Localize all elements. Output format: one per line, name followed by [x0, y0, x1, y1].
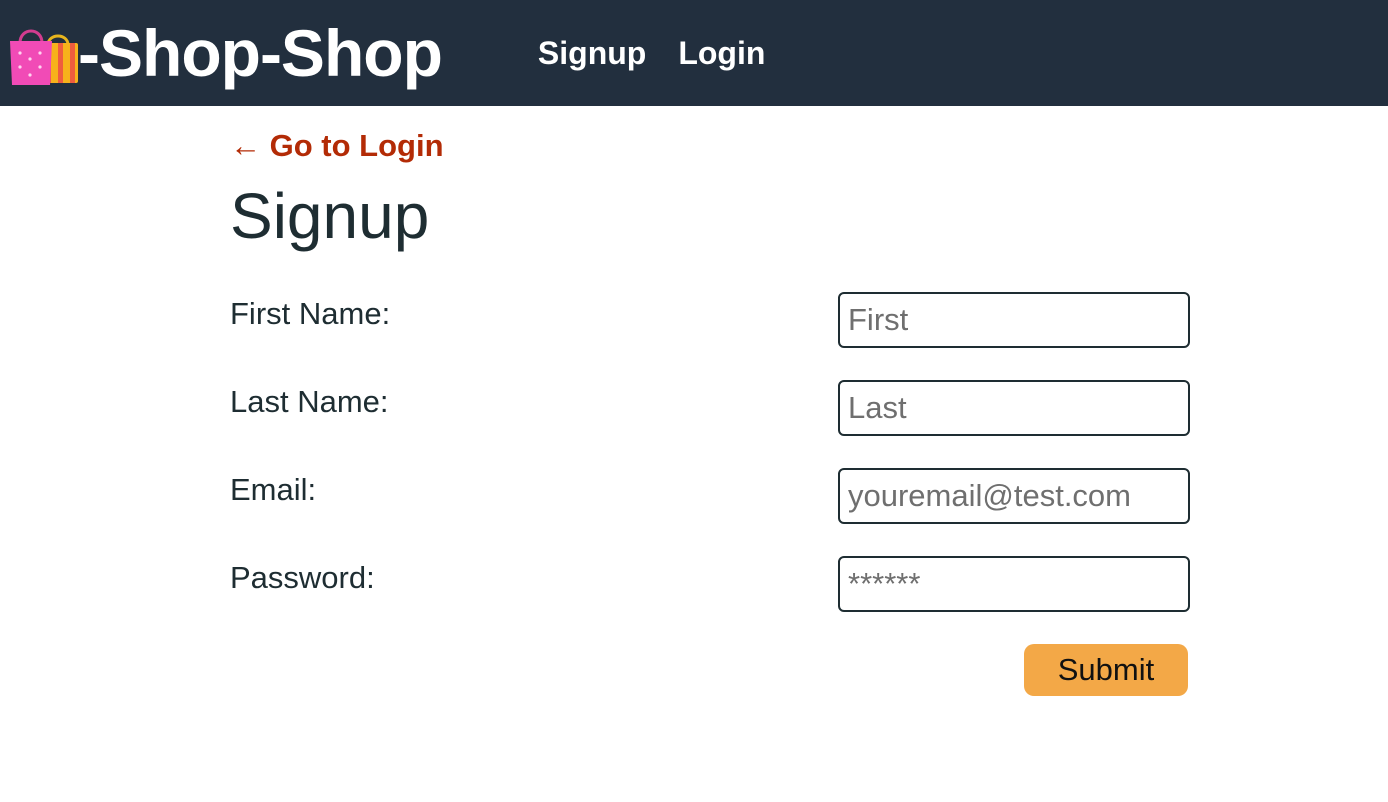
- first-name-input[interactable]: [838, 292, 1190, 348]
- first-name-row: First Name:: [230, 292, 1190, 348]
- email-row: Email:: [230, 468, 1190, 524]
- top-navbar: -Shop-Shop Signup Login: [0, 0, 1388, 106]
- nav-link-login[interactable]: Login: [678, 35, 765, 72]
- nav-link-signup[interactable]: Signup: [538, 35, 646, 72]
- page-title: Signup: [230, 180, 430, 252]
- main-nav: Signup Login: [538, 35, 766, 72]
- last-name-row: Last Name:: [230, 380, 1190, 436]
- submit-button[interactable]: Submit: [1024, 644, 1188, 696]
- email-label: Email:: [230, 472, 317, 507]
- password-row: Password:: [230, 556, 1190, 612]
- password-input[interactable]: [838, 556, 1190, 612]
- last-name-label: Last Name:: [230, 384, 389, 419]
- logo[interactable]: -Shop-Shop: [4, 15, 443, 91]
- shopping-bags-icon: [4, 15, 80, 91]
- last-name-input[interactable]: [838, 380, 1190, 436]
- password-label: Password:: [230, 560, 375, 595]
- first-name-label: First Name:: [230, 296, 391, 331]
- email-input[interactable]: [838, 468, 1190, 524]
- go-to-login-link[interactable]: ← Go to Login: [230, 128, 444, 164]
- brand-name: -Shop-Shop: [78, 16, 443, 90]
